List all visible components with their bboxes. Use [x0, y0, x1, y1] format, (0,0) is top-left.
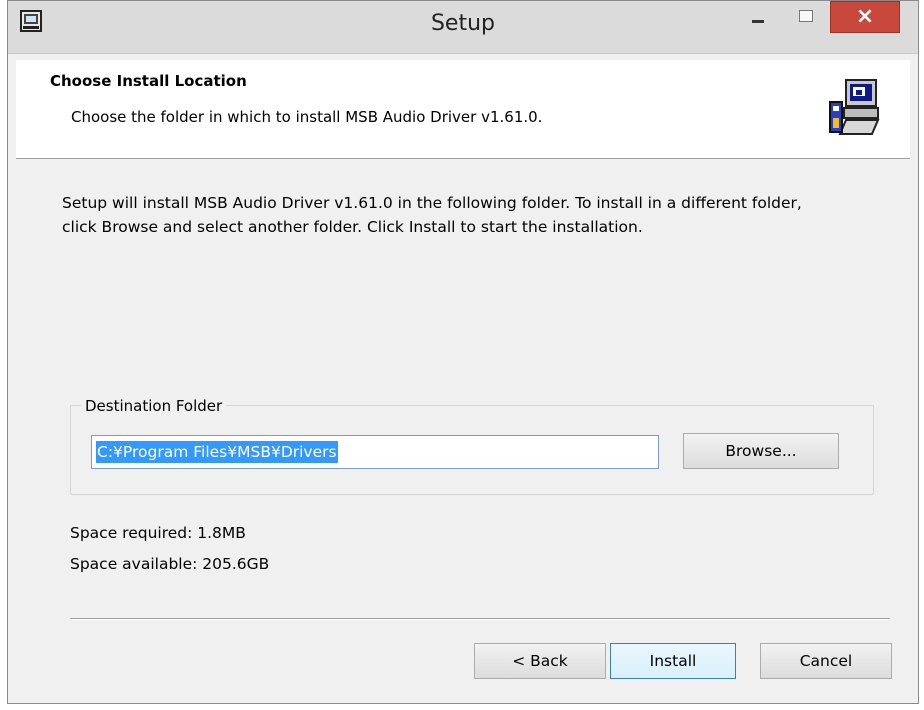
- destination-folder-group: Destination Folder C:¥Program Files¥MSB¥…: [70, 397, 874, 495]
- destination-folder-label: Destination Folder: [81, 397, 227, 415]
- space-available-text: Space available: 205.6GB: [70, 555, 270, 573]
- space-required-text: Space required: 1.8MB: [70, 524, 246, 542]
- title-bar[interactable]: Setup ×: [8, 1, 918, 54]
- destination-path-text[interactable]: C:¥Program Files¥MSB¥Drivers: [96, 441, 338, 463]
- header-panel: Choose Install Location Choose the folde…: [16, 60, 910, 159]
- close-button[interactable]: ×: [830, 1, 900, 33]
- computer-install-icon: [829, 79, 880, 135]
- maximize-button[interactable]: [784, 1, 826, 35]
- minimize-button[interactable]: [730, 1, 782, 35]
- install-description: Setup will install MSB Audio Driver v1.6…: [62, 194, 802, 236]
- maximize-icon: [799, 10, 813, 22]
- browse-button[interactable]: Browse...: [683, 433, 839, 469]
- cancel-button[interactable]: Cancel: [760, 643, 892, 679]
- page-title: Choose Install Location: [50, 72, 247, 90]
- destination-path-input[interactable]: C:¥Program Files¥MSB¥Drivers: [91, 435, 659, 469]
- back-button[interactable]: < Back: [474, 643, 606, 679]
- close-icon: ×: [855, 4, 875, 29]
- minimize-icon: [752, 20, 764, 23]
- footer-divider: [70, 618, 890, 620]
- install-button[interactable]: Install: [610, 643, 736, 679]
- page-subtitle: Choose the folder in which to install MS…: [71, 108, 543, 126]
- setup-window: Setup × Choose Install Location Choose t…: [7, 0, 919, 704]
